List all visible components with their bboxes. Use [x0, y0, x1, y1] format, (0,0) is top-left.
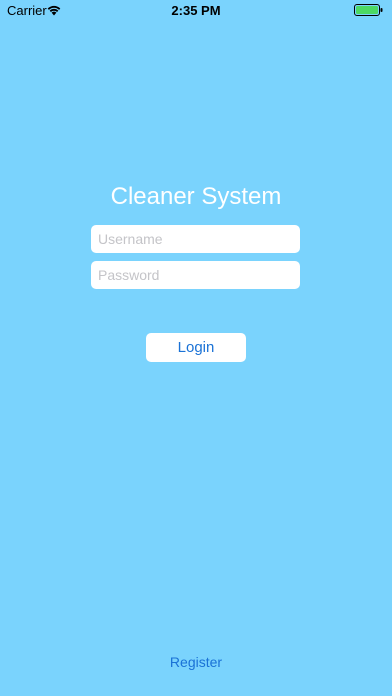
status-time: 2:35 PM: [171, 3, 221, 18]
status-bar: Carrier 2:35 PM: [0, 0, 392, 20]
password-field[interactable]: [91, 261, 300, 289]
battery-icon: [354, 4, 384, 16]
username-field[interactable]: [91, 225, 300, 253]
login-button[interactable]: Login: [146, 333, 246, 362]
app-title: Cleaner System: [110, 183, 282, 210]
register-link[interactable]: Register: [0, 654, 392, 670]
